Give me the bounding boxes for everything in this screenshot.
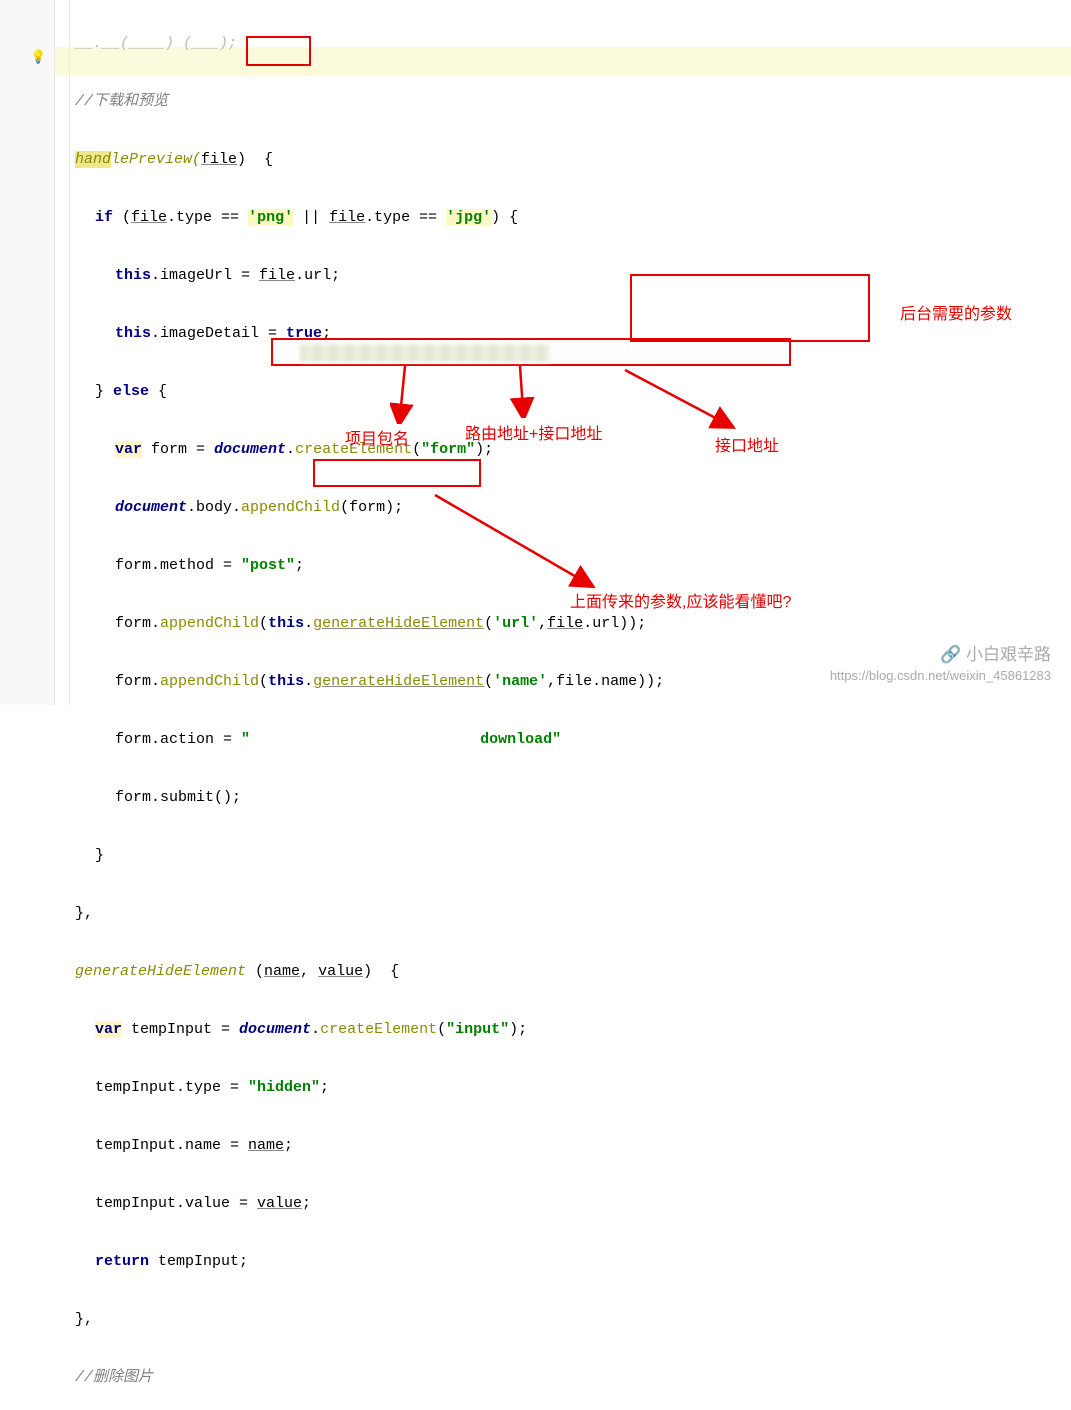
code-line: } — [75, 841, 1071, 870]
annotation-package: 项目包名 — [345, 425, 409, 449]
annotation-params-above: 上面传来的参数,应该能看懂吧? — [570, 588, 791, 612]
code-line: form.action = "download" — [75, 725, 1071, 754]
red-box-name-value — [313, 459, 481, 487]
code-line: if (file.type == 'png' || file.type == '… — [75, 203, 1071, 232]
code-line: } else { — [75, 377, 1071, 406]
lightbulb-icon[interactable]: 💡 — [30, 50, 46, 65]
code-line: }, — [75, 899, 1071, 928]
redacted-url — [300, 344, 550, 362]
red-box-params — [630, 274, 870, 342]
arrow-icon — [620, 365, 740, 430]
editor-gutter — [0, 0, 55, 705]
annotation-backend-params: 后台需要的参数 — [900, 300, 1012, 324]
watermark-url: https://blog.csdn.net/weixin_45861283 — [830, 667, 1051, 685]
code-line: tempInput.type = "hidden"; — [75, 1073, 1071, 1102]
watermark: 🔗 小白艰辛路 https://blog.csdn.net/weixin_458… — [830, 643, 1051, 685]
code-line: handlePreview(file) { — [75, 145, 1071, 174]
code-line: }, — [75, 1305, 1071, 1334]
code-line: //删除图片 — [75, 1363, 1071, 1392]
code-line: //下载和预览 — [75, 87, 1071, 116]
watermark-title: 🔗 小白艰辛路 — [830, 643, 1051, 667]
arrow-icon — [505, 366, 535, 418]
code-line: var tempInput = document.createElement("… — [75, 1015, 1071, 1044]
code-line: form.submit(); — [75, 783, 1071, 812]
red-box-file — [246, 36, 311, 66]
code-line-faded: __.__(____) (___); — [75, 29, 1071, 58]
annotation-api: 接口地址 — [715, 432, 779, 456]
editor-gutter-2 — [55, 0, 70, 705]
code-line: tempInput.name = name; — [75, 1131, 1071, 1160]
annotation-route: 路由地址+接口地址 — [465, 420, 602, 444]
arrow-icon — [430, 490, 600, 590]
code-line: form.appendChild(this.generateHideElemen… — [75, 609, 1071, 638]
code-line: tempInput.value = value; — [75, 1189, 1071, 1218]
arrow-icon — [390, 366, 420, 424]
code-line: this.imageUrl = file.url; — [75, 261, 1071, 290]
code-line: generateHideElement (name, value) { — [75, 957, 1071, 986]
code-editor[interactable]: __.__(____) (___); //下载和预览 handlePreview… — [75, 0, 1071, 1410]
code-line: return tempInput; — [75, 1247, 1071, 1276]
